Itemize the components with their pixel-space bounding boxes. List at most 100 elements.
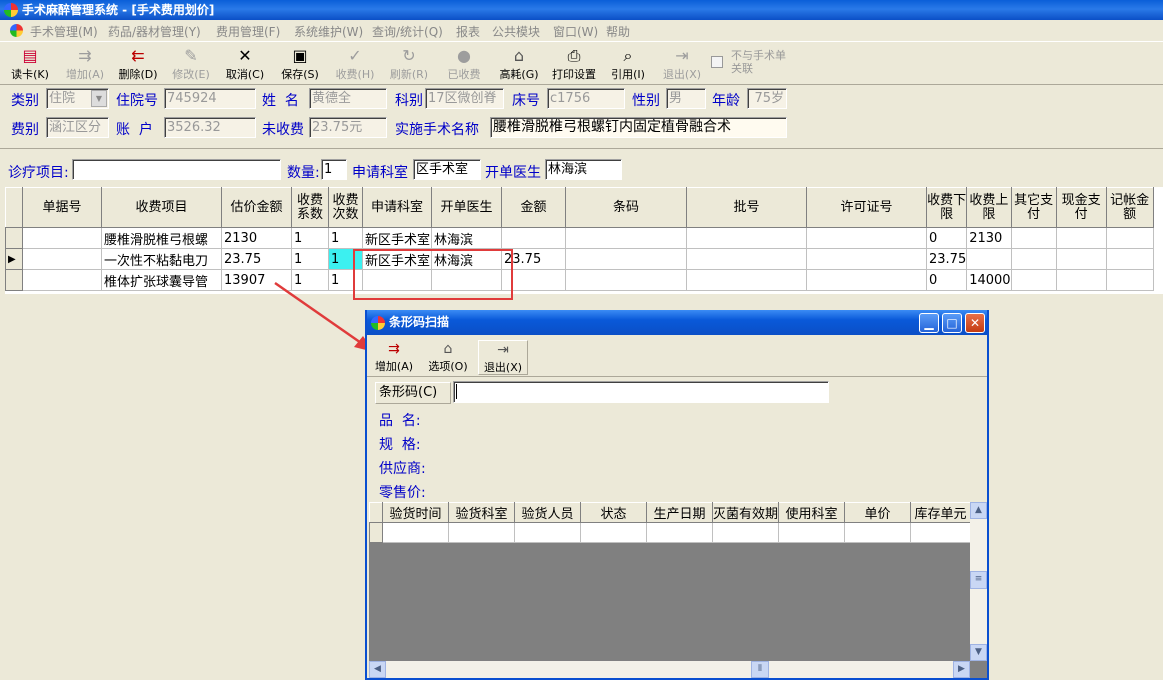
col-header[interactable]: 收费项目 <box>101 187 222 228</box>
grid-cell[interactable] <box>22 248 102 270</box>
doctor-input[interactable]: 林海滨 <box>545 159 622 180</box>
minimize-icon[interactable]: ▁ <box>919 313 939 333</box>
grid-cell[interactable] <box>1055 269 1107 291</box>
menu-surgery[interactable]: 手术管理(M) <box>30 23 98 40</box>
fee-type-field[interactable]: 涵江区分 <box>46 117 109 138</box>
col-header[interactable]: 状态 <box>580 502 647 523</box>
col-header[interactable]: 收费下限 <box>925 187 968 228</box>
dialog-exit-button[interactable]: ⇥ 退出(X) <box>478 340 528 375</box>
grid-cell[interactable]: 14000 <box>966 269 1012 291</box>
modify-button[interactable]: ✎ 修改(E) <box>168 46 214 84</box>
grid-cell[interactable] <box>711 522 780 543</box>
vertical-scrollbar[interactable]: ▲ ≡ ▼ <box>970 502 987 661</box>
print-setup-button[interactable]: ⎙ 打印设置 <box>548 46 600 84</box>
menu-common[interactable]: 公共模块 <box>492 23 540 40</box>
scroll-up-icon[interactable]: ▲ <box>970 502 987 519</box>
menu-help[interactable]: 帮助 <box>606 23 630 40</box>
grid-cell[interactable]: 0 <box>925 227 968 249</box>
menu-window[interactable]: 窗口(W) <box>553 23 598 40</box>
charge-button[interactable]: ✓ 收费(H) <box>332 46 378 84</box>
grid-cell[interactable] <box>514 522 581 543</box>
high-value-button[interactable]: ⌂ 高耗(G) <box>496 46 542 84</box>
refresh-button[interactable]: ↻ 刷新(R) <box>386 46 432 84</box>
col-header[interactable]: 单价 <box>844 502 912 523</box>
gender-field[interactable]: 男 <box>666 88 706 109</box>
menu-fees[interactable]: 费用管理(F) <box>216 23 280 40</box>
maximize-icon[interactable]: □ <box>942 313 962 333</box>
menu-query[interactable]: 查询/统计(Q) <box>372 23 443 40</box>
charged-button[interactable]: ● 已收费 <box>442 46 486 84</box>
read-card-button[interactable]: ▤ 读卡(K) <box>8 46 52 84</box>
quote-button[interactable]: ⌕ 引用(I) <box>606 46 650 84</box>
col-header[interactable]: 申请科室 <box>362 187 432 228</box>
grid-cell[interactable] <box>1010 269 1057 291</box>
grid-cell[interactable] <box>1055 227 1107 249</box>
barcode-input[interactable] <box>453 381 829 403</box>
grid-cell[interactable]: 1 <box>328 227 363 249</box>
qty-input[interactable]: 1 <box>321 159 347 180</box>
horizontal-scrollbar[interactable]: ◀ ⦀ ▶ <box>369 661 970 678</box>
grid-cell[interactable]: 一次性不粘黏电刀 <box>101 248 222 270</box>
col-header[interactable]: 灭菌有效期 <box>711 502 780 523</box>
row-indicator[interactable] <box>5 227 23 249</box>
col-header[interactable]: 生产日期 <box>646 502 713 523</box>
add-button[interactable]: ⇉ 增加(A) <box>62 46 108 84</box>
grid-cell[interactable] <box>448 522 515 543</box>
grid-cell[interactable] <box>1105 227 1154 249</box>
grid-cell[interactable] <box>966 248 1012 270</box>
chevron-down-icon[interactable]: ▼ <box>91 90 107 107</box>
col-header[interactable]: 批号 <box>686 187 807 228</box>
dialog-options-button[interactable]: ⌂ 选项(O) <box>425 340 471 375</box>
scroll-thumb[interactable]: ≡ <box>970 571 987 589</box>
grid-cell[interactable] <box>806 227 927 249</box>
current-row-arrow-icon[interactable]: ▶ <box>5 248 23 270</box>
col-header[interactable]: 其它支付 <box>1010 187 1057 228</box>
grid-cell[interactable] <box>806 248 927 270</box>
scroll-right-icon[interactable]: ▶ <box>953 661 970 678</box>
grid-cell[interactable] <box>565 227 687 249</box>
scroll-thumb[interactable]: ⦀ <box>751 661 769 678</box>
name-field[interactable]: 黄德全 <box>309 88 387 109</box>
grid-cell[interactable]: 2130 <box>221 227 292 249</box>
grid-cell[interactable] <box>1010 227 1057 249</box>
uncharged-field[interactable]: 23.75元 <box>309 117 387 138</box>
grid-cell[interactable] <box>1105 248 1154 270</box>
grid-cell[interactable]: 椎体扩张球囊导管 <box>101 269 222 291</box>
grid-cell[interactable] <box>1105 269 1154 291</box>
grid-cell[interactable] <box>382 522 449 543</box>
table-row[interactable]: ▶ 一次性不粘黏电刀 23.75 1 1 新区手术室 林海滨 23.75 23.… <box>5 248 1154 270</box>
menu-reports[interactable]: 报表 <box>456 23 480 40</box>
grid-cell[interactable] <box>565 248 687 270</box>
col-header[interactable]: 收费次数 <box>328 187 363 228</box>
col-header[interactable]: 许可证号 <box>806 187 927 228</box>
col-header[interactable]: 金额 <box>501 187 566 228</box>
close-icon[interactable]: ✕ <box>965 313 985 333</box>
menu-drugs[interactable]: 药品/器材管理(Y) <box>108 23 201 40</box>
grid-cell[interactable] <box>501 227 566 249</box>
grid-cell[interactable] <box>910 522 972 543</box>
grid-cell[interactable]: 新区手术室 <box>362 227 432 249</box>
table-row[interactable]: 腰椎滑脱椎弓根螺 2130 1 1 新区手术室 林海滨 0 2130 <box>5 227 1154 249</box>
grid-cell[interactable] <box>778 522 846 543</box>
table-row[interactable]: 椎体扩张球囊导管 13907 1 1 0 14000 <box>5 269 1154 291</box>
col-header[interactable]: 开单医生 <box>431 187 502 228</box>
grid-cell[interactable] <box>565 269 687 291</box>
surgery-field[interactable]: 腰椎滑脱椎弓根螺钉内固定植骨融合术 <box>490 117 787 138</box>
col-header[interactable]: 条码 <box>565 187 687 228</box>
row-indicator[interactable] <box>369 522 383 543</box>
grid-cell[interactable]: 1 <box>291 227 329 249</box>
col-header[interactable]: 验货时间 <box>382 502 449 523</box>
col-header[interactable]: 收费系数 <box>291 187 329 228</box>
delete-button[interactable]: ⇇ 删除(D) <box>114 46 162 84</box>
grid-cell[interactable] <box>844 522 912 543</box>
scroll-left-icon[interactable]: ◀ <box>369 661 386 678</box>
save-button[interactable]: ▣ 保存(S) <box>277 46 323 84</box>
grid-cell[interactable] <box>22 227 102 249</box>
grid-cell[interactable] <box>686 227 807 249</box>
col-header[interactable]: 现金支付 <box>1055 187 1107 228</box>
grid-cell[interactable] <box>1010 248 1057 270</box>
unlink-checkbox[interactable] <box>711 56 723 68</box>
grid-cell[interactable]: 0 <box>925 269 968 291</box>
col-header[interactable]: 验货科室 <box>448 502 515 523</box>
grid-cell[interactable] <box>806 269 927 291</box>
